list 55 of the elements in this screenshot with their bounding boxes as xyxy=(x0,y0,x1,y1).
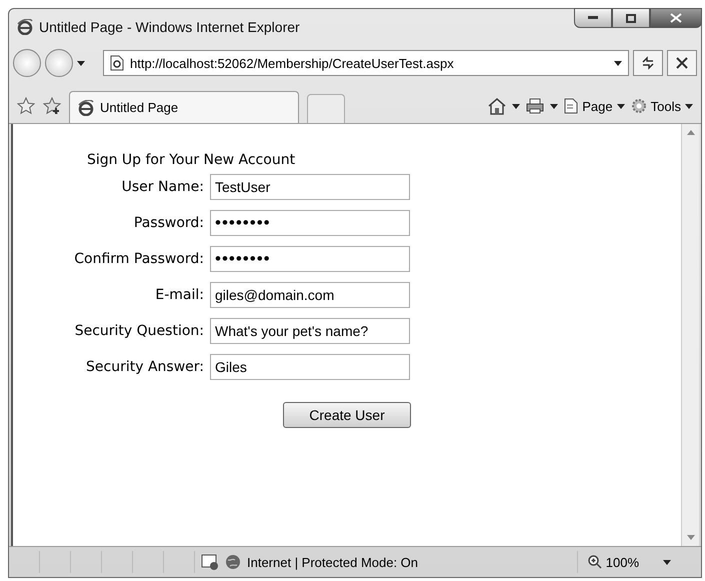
password-field[interactable]: •••••••• xyxy=(210,246,410,272)
form-title: Sign Up for Your New Account xyxy=(86,152,296,168)
caret-icon[interactable] xyxy=(685,104,693,108)
scrollbar[interactable] xyxy=(681,124,699,546)
field-label: Security Question: xyxy=(74,323,204,339)
maximize-button[interactable] xyxy=(612,8,650,28)
url-text: http://localhost:52062/Membership/CreateUserTest.aspx xyxy=(130,56,455,70)
field-label: E-mail: xyxy=(154,287,204,303)
stop-button[interactable] xyxy=(667,50,697,76)
refresh-button[interactable] xyxy=(633,50,663,76)
address-field[interactable]: http://localhost:52062/Membership/CreateUserTest.aspx xyxy=(103,50,629,76)
field-label: User Name: xyxy=(120,179,204,195)
home-icon[interactable] xyxy=(488,97,506,115)
field-label: Security Answer: xyxy=(85,359,204,375)
input-field[interactable]: giles@domain.com xyxy=(210,282,410,308)
gear-icon xyxy=(630,98,647,114)
window-title: Untitled Page - Windows Internet Explorer xyxy=(39,19,300,35)
scroll-down-icon[interactable] xyxy=(686,535,694,540)
star-icon[interactable] xyxy=(17,97,35,115)
toolbar-menu-button[interactable]: Page xyxy=(564,98,625,114)
security-icon[interactable] xyxy=(201,554,219,570)
caret-icon[interactable] xyxy=(550,104,558,108)
create-user-button[interactable]: Create User xyxy=(283,402,411,428)
minimize-button[interactable] xyxy=(574,8,612,28)
toolbar-menu-button[interactable]: Tools xyxy=(630,98,693,114)
scroll-up-icon[interactable] xyxy=(686,130,694,135)
back-button[interactable] xyxy=(13,49,41,77)
minimize-icon xyxy=(588,16,598,20)
input-field[interactable]: Giles xyxy=(210,354,410,380)
page-icon xyxy=(110,55,124,71)
refresh-icon xyxy=(641,56,655,70)
caret-icon[interactable] xyxy=(512,104,520,108)
caret-icon[interactable] xyxy=(663,560,671,564)
caret-icon[interactable] xyxy=(77,60,85,66)
field-label: Password: xyxy=(132,215,204,231)
input-field[interactable]: TestUser xyxy=(210,174,410,200)
close-button[interactable] xyxy=(650,8,702,28)
password-field[interactable]: •••••••• xyxy=(210,210,410,236)
close-icon xyxy=(670,13,682,23)
zoom-icon xyxy=(588,555,602,569)
caret-icon[interactable] xyxy=(616,104,625,108)
add-favorite-icon[interactable] xyxy=(43,97,61,115)
browser-tab[interactable]: Untitled Page xyxy=(69,91,299,123)
globe-icon xyxy=(225,554,241,570)
input-field[interactable]: What's your pet's name? xyxy=(210,318,410,344)
field-label: Confirm Password: xyxy=(73,251,204,267)
browser-logo-icon xyxy=(78,100,94,116)
browser-logo-icon xyxy=(17,19,33,35)
maximize-icon xyxy=(626,14,636,22)
zone-status-text: Internet | Protected Mode: On xyxy=(247,554,418,570)
zoom-control[interactable]: 100% xyxy=(576,551,701,573)
stop-icon xyxy=(676,57,688,69)
page-icon xyxy=(564,98,578,114)
caret-icon[interactable] xyxy=(614,60,622,66)
printer-icon[interactable] xyxy=(526,98,544,114)
